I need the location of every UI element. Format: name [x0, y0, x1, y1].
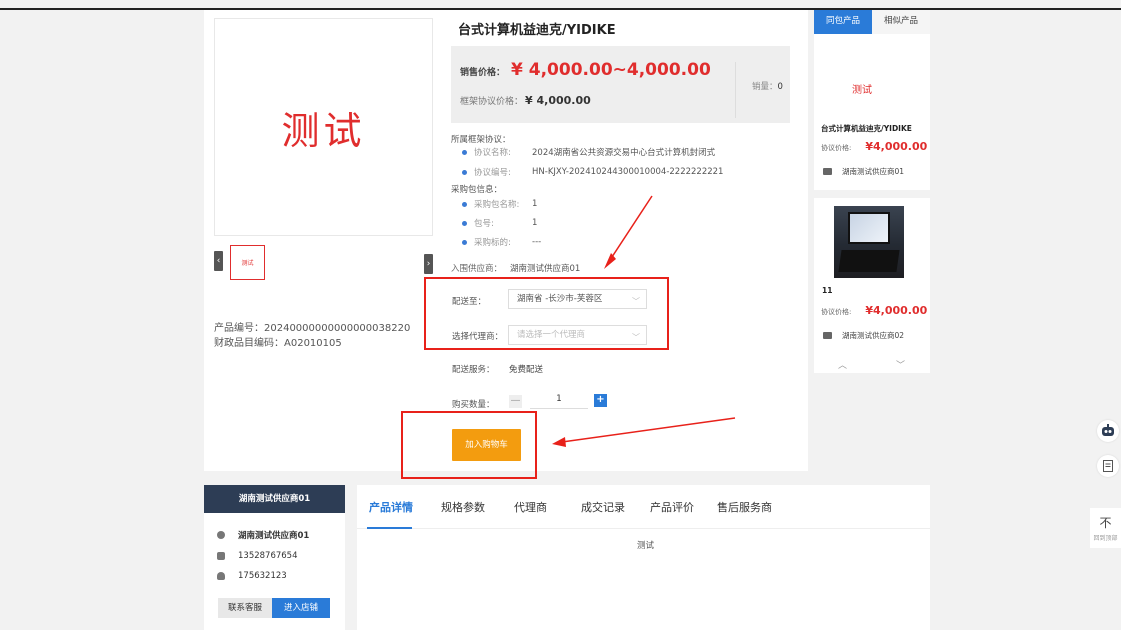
framework-price-value: ¥ 4,000.00 [525, 94, 591, 107]
prev-thumb-button[interactable]: ‹ [214, 251, 223, 271]
tab-specs[interactable]: 规格参数 [441, 499, 485, 515]
related-item-supplier: 湖南测试供应商01 [823, 166, 904, 177]
supplier-phone-row: 13528767654 [217, 551, 298, 561]
back-to-top-icon: 不 [1099, 516, 1112, 530]
tab-similar-products[interactable]: 相似产品 [872, 10, 930, 34]
agreement-header: 所属框架协议： [451, 135, 511, 145]
supplier-name-row: 湖南测试供应商01 [217, 529, 309, 541]
tab-same-package[interactable]: 同包产品 [814, 10, 872, 34]
annotation-arrow-head [552, 437, 566, 447]
enter-store-button[interactable]: 进入店铺 [272, 598, 330, 618]
tab-transactions[interactable]: 成交记录 [581, 499, 625, 515]
supplier-card-header: 湖南测试供应商01 [204, 485, 345, 513]
contact-service-button[interactable]: 联系客服 [218, 598, 272, 618]
related-divider [814, 190, 930, 198]
detail-tabs-panel: 产品详情 规格参数 代理商 成交记录 产品评价 售后服务商 测试 [357, 485, 930, 630]
bullet-icon [462, 169, 467, 175]
tab-product-details[interactable]: 产品详情 [369, 499, 413, 515]
laptop-keyboard [838, 250, 900, 272]
product-thumbnail[interactable]: 测试 [230, 245, 265, 280]
sale-price-label: 销售价格： [460, 68, 506, 78]
scroll-up-icon[interactable]: ︿ [838, 358, 847, 371]
robot-icon [1102, 424, 1114, 436]
catalog-code: 财政品目编码：A02010105 [214, 338, 342, 349]
back-to-top-button[interactable]: 不 回到顶部 [1090, 508, 1121, 548]
scroll-down-icon[interactable]: ﹀ [896, 358, 905, 371]
price-divider [735, 62, 736, 118]
tab-after-sales[interactable]: 售后服务商 [717, 499, 772, 515]
qq-icon [217, 572, 225, 580]
store-icon [823, 168, 832, 175]
notes-icon[interactable] [1097, 455, 1119, 477]
tab-reviews[interactable]: 产品评价 [650, 499, 694, 515]
framework-price-row: 框架协议价格： ¥ 4,000.00 [460, 94, 591, 107]
document-icon [1103, 460, 1113, 472]
agreement-name-row: 协议名称: 2024湖南省公共资源交易中心台式计算机封闭式 [462, 146, 715, 158]
active-tab-indicator [367, 527, 412, 529]
product-code: 产品编号：20240000000000000038220 [214, 323, 411, 334]
related-item-title[interactable]: 11 [822, 286, 832, 295]
annotation-arrow-line [609, 195, 653, 261]
supplier-qq-row: 175632123 [217, 571, 287, 581]
store-icon [823, 332, 832, 339]
agreement-no-row: 协议编号: HN-KJXY-202410244300010004-2222222… [462, 166, 723, 178]
related-item-price-row: 协议价格: ¥4,000.00 [821, 140, 928, 153]
bullet-icon [462, 149, 467, 155]
phone-icon [217, 552, 225, 560]
detail-tab-bar: 产品详情 规格参数 代理商 成交记录 产品评价 售后服务商 [357, 485, 930, 529]
related-item-price-row: 协议价格: ¥4,000.00 [821, 304, 928, 317]
price-box [451, 46, 790, 123]
tab-agents[interactable]: 代理商 [514, 499, 547, 515]
related-item-supplier: 湖南测试供应商02 [823, 330, 904, 341]
annotation-arrow-line [561, 417, 736, 443]
product-title: 台式计算机益迪克/YIDIKE [458, 23, 616, 38]
related-item-title[interactable]: 台式计算机益迪克/YIDIKE [821, 123, 912, 134]
robot-assistant-icon[interactable] [1097, 420, 1119, 442]
sale-price-row: 销售价格： ¥ 4,000.00~4,000.00 [460, 60, 711, 80]
back-to-top-label: 回到顶部 [1093, 535, 1118, 542]
annotation-arrows [552, 195, 736, 447]
user-icon [217, 531, 225, 539]
sales-count: 销量：0 [752, 82, 783, 92]
sale-price-value: ¥ 4,000.00~4,000.00 [511, 60, 711, 80]
related-item-image[interactable]: 测试 [852, 81, 872, 96]
laptop-screen [848, 212, 890, 244]
laptop-product-image[interactable] [834, 206, 904, 278]
framework-price-label: 框架协议价格： [460, 97, 524, 107]
annotation-arrow-head [604, 253, 616, 269]
detail-content: 测试 [637, 541, 655, 551]
